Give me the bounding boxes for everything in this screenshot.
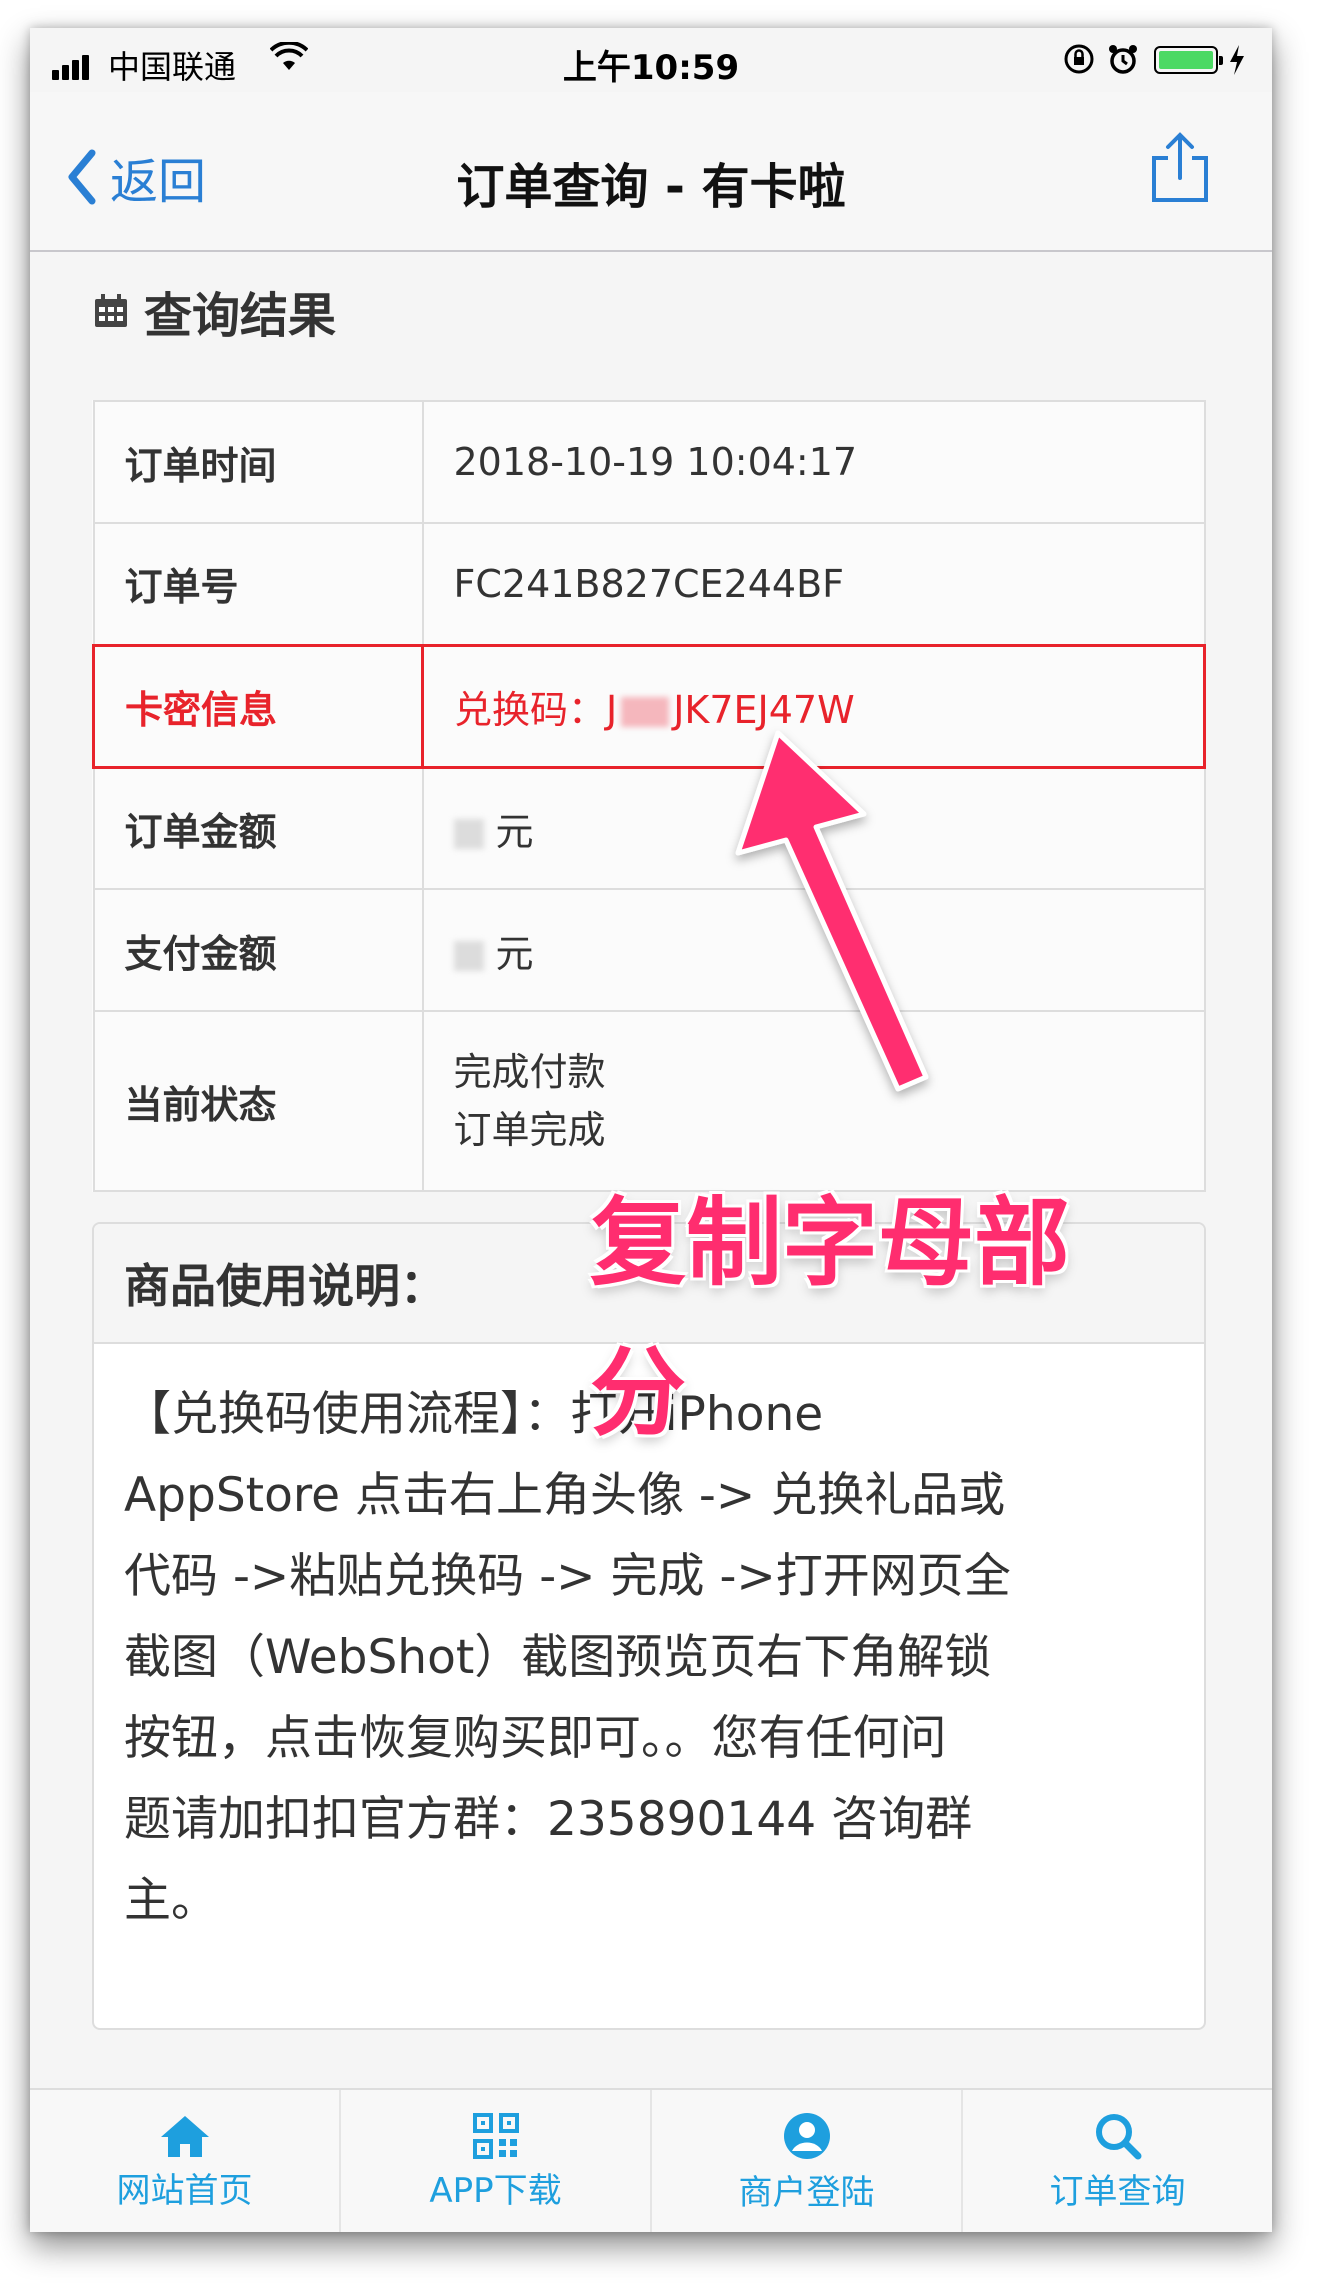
annotation-arrow [735, 730, 929, 1092]
annotation-text: 复制字母部分 [590, 1187, 1070, 1449]
phone-screen: 中国联通 上午10:59 返回 订单查询 - 有卡啦 查询结果 订单时间 201… [30, 28, 1272, 2232]
